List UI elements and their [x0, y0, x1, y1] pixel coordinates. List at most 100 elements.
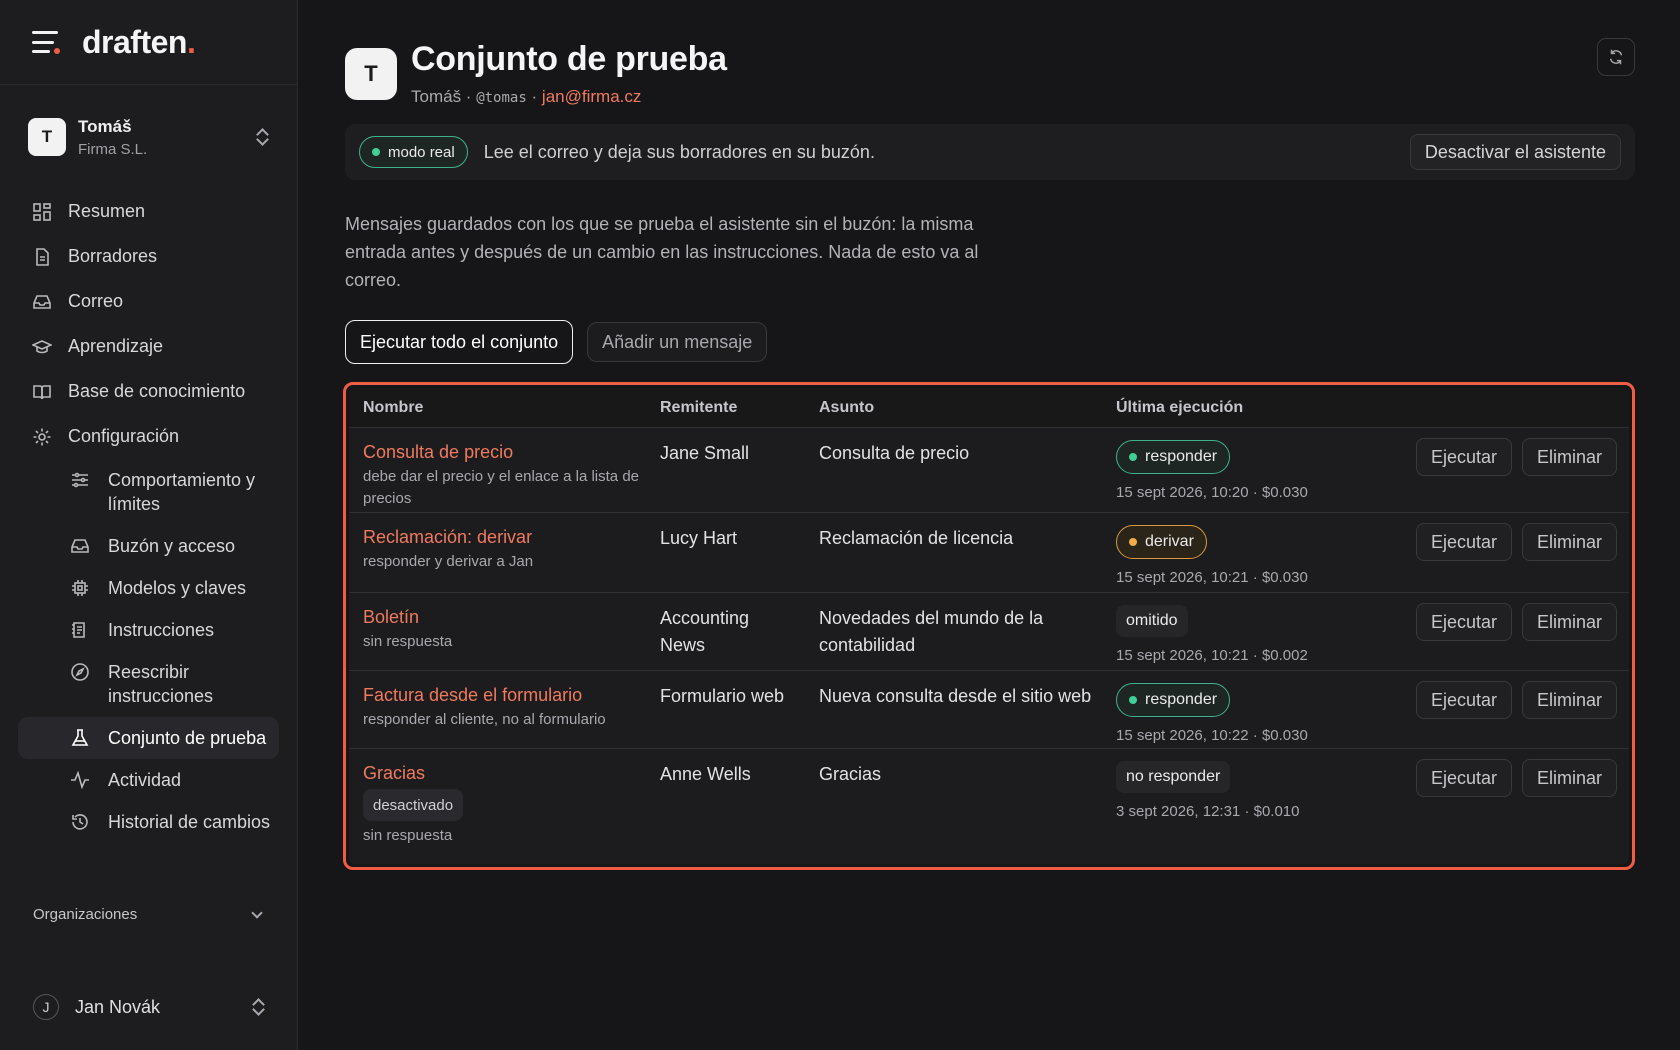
- gear-icon: [32, 427, 52, 447]
- sender-cell: Anne Wells: [660, 764, 751, 784]
- test-description: sin respuesta: [363, 633, 453, 650]
- chevron-updown-icon: [255, 128, 269, 146]
- test-description: responder al cliente, no al formulario: [363, 711, 606, 728]
- test-description: sin respuesta: [363, 827, 453, 844]
- page-header: T Conjunto de prueba Tomáš · @tomas · ja…: [345, 40, 727, 107]
- subject-cell: Novedades del mundo de la contabilidad: [819, 608, 1044, 655]
- table-row: Gracias desactivado sin respuesta Anne W…: [349, 749, 1629, 844]
- nav-item-base-conocimiento[interactable]: Base de conocimiento: [18, 369, 279, 414]
- document-icon: [32, 247, 52, 267]
- brand-bar: draften.: [0, 0, 297, 85]
- refresh-button[interactable]: [1597, 38, 1635, 76]
- run-all-button[interactable]: Ejecutar todo el conjunto: [345, 320, 574, 364]
- status-dot: [1129, 696, 1137, 704]
- subject-cell: Gracias: [819, 764, 882, 784]
- table-row: Factura desde el formulario responder al…: [349, 671, 1629, 749]
- page-subline: Tomáš · @tomas · jan@firma.cz: [411, 87, 727, 107]
- graduation-cap-icon: [32, 337, 52, 357]
- status-label: responder: [1145, 448, 1218, 465]
- status-badge: derivar: [1116, 525, 1207, 559]
- delete-button[interactable]: Eliminar: [1521, 523, 1617, 561]
- test-name-link[interactable]: Factura desde el formulario: [363, 683, 660, 707]
- nav-item-correo[interactable]: Correo: [18, 279, 279, 324]
- nav-label: Aprendizaje: [68, 336, 164, 356]
- page-avatar: T: [345, 48, 397, 100]
- sidebar-item-label: Reescribir instrucciones: [108, 662, 214, 706]
- sidebar-item-label: Actividad: [108, 770, 182, 790]
- activity-icon: [70, 770, 90, 790]
- nav-label: Correo: [68, 291, 124, 311]
- row-actions: Ejecutar Eliminar: [1415, 523, 1617, 561]
- test-name-link[interactable]: Consulta de precio: [363, 440, 660, 464]
- status-dot: [372, 148, 380, 156]
- sidebar-item-comportamiento[interactable]: Comportamiento y límites: [18, 459, 279, 525]
- test-name-link[interactable]: Gracias: [363, 761, 660, 785]
- sender-cell: Formulario web: [660, 686, 785, 706]
- run-button[interactable]: Ejecutar: [1415, 603, 1512, 641]
- delete-button[interactable]: Eliminar: [1521, 438, 1617, 476]
- nav-item-configuracion[interactable]: Configuración: [18, 414, 279, 459]
- row-actions: Ejecutar Eliminar: [1415, 681, 1617, 719]
- inbox-icon: [70, 536, 90, 556]
- menu-icon[interactable]: [32, 31, 60, 54]
- owner-name: Tomáš ·: [411, 87, 472, 106]
- run-button[interactable]: Ejecutar: [1415, 523, 1512, 561]
- table-row: Boletín sin respuesta Accounting News No…: [349, 593, 1629, 671]
- organizations-label: Organizaciones: [33, 906, 138, 923]
- banner-text: Lee el correo y deja sus borradores en s…: [483, 141, 875, 162]
- test-set-table-highlight: Nombre Remitente Asunto Última ejecución…: [343, 382, 1635, 870]
- compass-icon: [70, 662, 90, 682]
- test-set-table: Nombre Remitente Asunto Última ejecución…: [349, 388, 1629, 864]
- status-badge: responder: [1116, 683, 1231, 717]
- test-name-link[interactable]: Boletín: [363, 605, 660, 629]
- owner-email-link[interactable]: jan@firma.cz: [542, 87, 641, 106]
- account-name: Tomáš: [78, 116, 132, 136]
- sidebar-item-buzon[interactable]: Buzón y acceso: [18, 525, 279, 567]
- sidebar-item-historial[interactable]: Historial de cambios: [18, 801, 279, 843]
- sender-cell: Accounting News: [660, 608, 750, 655]
- owner-handle: @tomas: [476, 90, 527, 106]
- nav-item-resumen[interactable]: Resumen: [18, 189, 279, 234]
- user-name: Jan Novák: [75, 996, 161, 1017]
- test-name-link[interactable]: Reclamación: derivar: [363, 525, 660, 549]
- sidebar-item-label: Buzón y acceso: [108, 536, 236, 556]
- sidebar-item-actividad[interactable]: Actividad: [18, 759, 279, 801]
- sidebar-item-modelos[interactable]: Modelos y claves: [18, 567, 279, 609]
- organizations-toggle[interactable]: Organizaciones: [33, 906, 265, 923]
- table-row: Reclamación: derivar responder y derivar…: [349, 513, 1629, 593]
- subject-cell: Consulta de precio: [819, 443, 970, 463]
- delete-button[interactable]: Eliminar: [1521, 759, 1617, 797]
- delete-button[interactable]: Eliminar: [1521, 681, 1617, 719]
- row-actions: Ejecutar Eliminar: [1415, 603, 1617, 641]
- sidebar: draften. T Tomáš Firma S.L. Resumen Borr…: [0, 0, 298, 1050]
- book-icon: [32, 382, 52, 402]
- status-badge: omitido: [1116, 605, 1188, 637]
- deactivate-assistant-button[interactable]: Desactivar el asistente: [1409, 134, 1621, 170]
- sidebar-item-label: Instrucciones: [108, 620, 215, 640]
- add-message-button[interactable]: Añadir un mensaje: [587, 322, 768, 362]
- history-icon: [70, 812, 90, 832]
- run-button[interactable]: Ejecutar: [1415, 759, 1512, 797]
- status-label: derivar: [1145, 533, 1194, 550]
- sidebar-item-reescribir[interactable]: Reescribir instrucciones: [18, 651, 279, 717]
- disabled-tag: desactivado: [363, 789, 464, 821]
- logo: draften.: [82, 23, 196, 60]
- nav-label: Borradores: [68, 246, 158, 266]
- column-header-name: Nombre: [363, 398, 424, 416]
- user-menu[interactable]: J Jan Novák: [33, 994, 265, 1020]
- delete-button[interactable]: Eliminar: [1521, 603, 1617, 641]
- subject-cell: Reclamación de licencia: [819, 528, 1014, 548]
- sidebar-item-label: Conjunto de prueba: [108, 728, 267, 748]
- sidebar-item-conjunto-prueba[interactable]: Conjunto de prueba: [18, 717, 279, 759]
- last-run-meta: 3 sept 2026, 12:31 · $0.010: [1116, 803, 1300, 820]
- run-button[interactable]: Ejecutar: [1415, 681, 1512, 719]
- nav-label: Configuración: [68, 426, 180, 446]
- page-description: Mensajes guardados con los que se prueba…: [345, 214, 979, 290]
- nav-item-aprendizaje[interactable]: Aprendizaje: [18, 324, 279, 369]
- run-button[interactable]: Ejecutar: [1415, 438, 1512, 476]
- nav-item-borradores[interactable]: Borradores: [18, 234, 279, 279]
- row-actions: Ejecutar Eliminar: [1415, 438, 1617, 476]
- account-switcher[interactable]: T Tomáš Firma S.L.: [0, 85, 297, 189]
- sidebar-item-instrucciones[interactable]: Instrucciones: [18, 609, 279, 651]
- column-header-sender: Remitente: [660, 398, 738, 416]
